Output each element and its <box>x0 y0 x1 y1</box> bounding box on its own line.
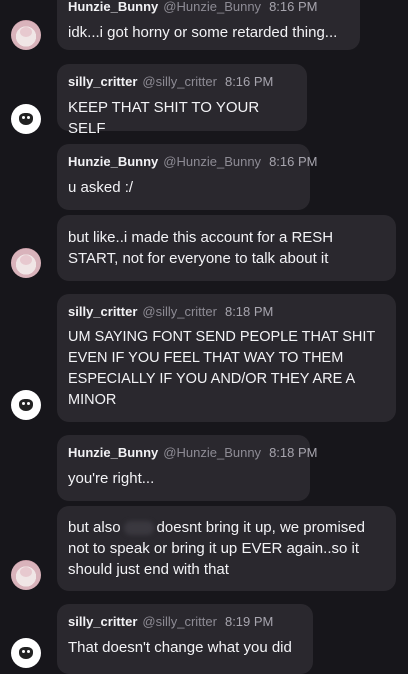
message-feed: Hunzie_Bunny @Hunzie_Bunny 8:16 PM idk...i… <box>0 0 408 674</box>
message-text: UM SAYING FONT SEND PEOPLE THAT SHIT EVE… <box>68 329 375 408</box>
message-text: you're right... <box>68 470 155 487</box>
bunny-avatar[interactable] <box>11 248 41 278</box>
message-bubble: Hunzie_Bunny @Hunzie_Bunny 8:16 PM idk...i… <box>57 0 360 50</box>
message-bubble: but like..i made this account for a RESH… <box>57 215 396 281</box>
bunny-avatar[interactable] <box>11 20 41 50</box>
username[interactable]: Hunzie_Bunny <box>68 0 158 14</box>
timestamp: 8:16 PM <box>269 154 318 169</box>
message-bubble: silly_critter @silly_critter 8:19 PM That … <box>57 604 313 674</box>
message-text: but also doesnt bring it up, we promised … <box>68 517 385 580</box>
message-text: That doesn't change what you did <box>68 639 292 656</box>
user-handle: @Hunzie_Bunny <box>163 445 262 460</box>
bunny-avatar[interactable] <box>11 560 41 590</box>
message-text-start: but also <box>68 519 121 536</box>
critter-avatar[interactable] <box>11 104 41 134</box>
timestamp: 8:19 PM <box>224 614 274 629</box>
message-text: KEEP THAT SHIT TO YOUR SELF <box>68 99 260 137</box>
message-text: idk...i got horny or some retarded thing… <box>68 24 338 41</box>
username[interactable]: Hunzie_Bunny <box>68 445 158 460</box>
message-bubble: silly_critter @silly_critter 8:18 PM UM SA… <box>57 294 396 422</box>
user-handle: @Hunzie_Bunny <box>163 154 262 169</box>
username[interactable]: silly_critter <box>68 304 137 319</box>
critter-face-icon <box>19 647 33 659</box>
message-bubble: Hunzie_Bunny @Hunzie_Bunny 8:18 PM you're … <box>57 435 317 501</box>
timestamp: 8:18 PM <box>224 304 274 319</box>
redacted-name <box>123 521 154 536</box>
critter-avatar[interactable] <box>11 638 41 668</box>
username[interactable]: Hunzie_Bunny <box>68 154 158 169</box>
message-bubble: Hunzie_Bunny @Hunzie_Bunny 8:16 PM u asked… <box>57 144 317 210</box>
user-handle: @silly_critter <box>142 74 217 89</box>
user-handle: @Hunzie_Bunny <box>163 0 262 14</box>
message-text: u asked :/ <box>68 179 134 196</box>
user-handle: @silly_critter <box>142 304 217 319</box>
message-bubble: but also doesnt bring it up, we promised … <box>57 506 396 591</box>
timestamp: 8:16 PM <box>224 74 274 89</box>
username[interactable]: silly_critter <box>68 74 137 89</box>
critter-avatar[interactable] <box>11 390 41 420</box>
user-handle: @silly_critter <box>142 614 217 629</box>
timestamp: 8:16 PM <box>269 0 318 14</box>
critter-face-icon <box>19 113 33 125</box>
message-text: but like..i made this account for a RESH… <box>68 229 334 267</box>
critter-face-icon <box>19 399 33 411</box>
message-bubble: silly_critter @silly_critter 8:16 PM KEEP … <box>57 64 307 137</box>
timestamp: 8:18 PM <box>269 445 318 460</box>
username[interactable]: silly_critter <box>68 614 137 629</box>
